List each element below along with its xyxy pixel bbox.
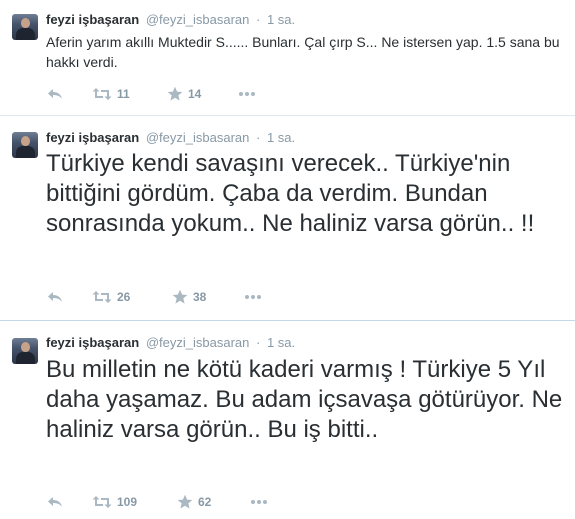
star-icon xyxy=(172,289,188,304)
timestamp[interactable]: 1 sa. xyxy=(267,130,295,145)
reply-button[interactable] xyxy=(46,289,64,305)
more-button[interactable] xyxy=(244,289,262,305)
reply-icon xyxy=(48,497,62,507)
tweet-text: Türkiye kendi savaşını verecek.. Türkiye… xyxy=(46,150,535,237)
tweet-text: Bu milletin ne kötü kaderi varmış ! Türk… xyxy=(46,356,563,443)
display-name[interactable]: feyzi işbaşaran xyxy=(46,335,139,350)
avatar[interactable] xyxy=(12,132,38,158)
more-icon xyxy=(245,295,261,299)
display-name[interactable]: feyzi işbaşaran xyxy=(46,12,139,27)
timestamp[interactable]: 1 sa. xyxy=(267,335,295,350)
favorite-button[interactable]: 14 xyxy=(167,86,201,102)
reply-button[interactable] xyxy=(46,494,64,510)
display-name[interactable]: feyzi işbaşaran xyxy=(46,130,139,145)
more-icon xyxy=(251,500,267,504)
retweet-count: 109 xyxy=(117,495,138,509)
reply-icon xyxy=(48,89,62,99)
more-button[interactable] xyxy=(238,86,256,102)
more-icon xyxy=(239,92,255,96)
retweet-button[interactable]: 109 xyxy=(92,494,137,510)
reply-button[interactable] xyxy=(46,86,64,102)
tweet[interactable]: feyzi işbaşaran @feyzi_isbasaran · 1 sa.… xyxy=(0,321,575,519)
username[interactable]: @feyzi_isbasaran xyxy=(146,12,250,27)
timestamp[interactable]: 1 sa. xyxy=(267,12,295,27)
retweet-icon xyxy=(92,88,112,100)
retweet-icon xyxy=(92,291,112,303)
tweet[interactable]: feyzi işbaşaran @feyzi_isbasaran · 1 sa.… xyxy=(0,0,575,115)
tweet-header: feyzi işbaşaran @feyzi_isbasaran · 1 sa. xyxy=(46,12,296,27)
retweet-button[interactable]: 26 xyxy=(92,289,130,305)
favorite-button[interactable]: 62 xyxy=(177,494,211,510)
username[interactable]: @feyzi_isbasaran xyxy=(146,130,250,145)
avatar[interactable] xyxy=(12,14,38,40)
favorite-count: 62 xyxy=(198,495,212,509)
tweet-header: feyzi işbaşaran @feyzi_isbasaran · 1 sa. xyxy=(46,335,296,350)
tweet[interactable]: feyzi işbaşaran @feyzi_isbasaran · 1 sa.… xyxy=(0,116,575,320)
retweet-button[interactable]: 11 xyxy=(92,86,130,102)
tweet-header: feyzi işbaşaran @feyzi_isbasaran · 1 sa. xyxy=(46,130,296,145)
retweet-count: 26 xyxy=(117,290,131,304)
retweet-count: 11 xyxy=(117,87,130,101)
reply-icon xyxy=(48,292,62,302)
star-icon xyxy=(167,86,183,101)
retweet-icon xyxy=(92,496,112,508)
favorite-button[interactable]: 38 xyxy=(172,289,206,305)
more-button[interactable] xyxy=(250,494,268,510)
favorite-count: 14 xyxy=(188,87,202,101)
avatar[interactable] xyxy=(12,338,38,364)
tweet-text: Aferin yarım akıllı Muktedir S...... Bun… xyxy=(46,34,560,70)
username[interactable]: @feyzi_isbasaran xyxy=(146,335,250,350)
star-icon xyxy=(177,494,193,509)
favorite-count: 38 xyxy=(193,290,207,304)
